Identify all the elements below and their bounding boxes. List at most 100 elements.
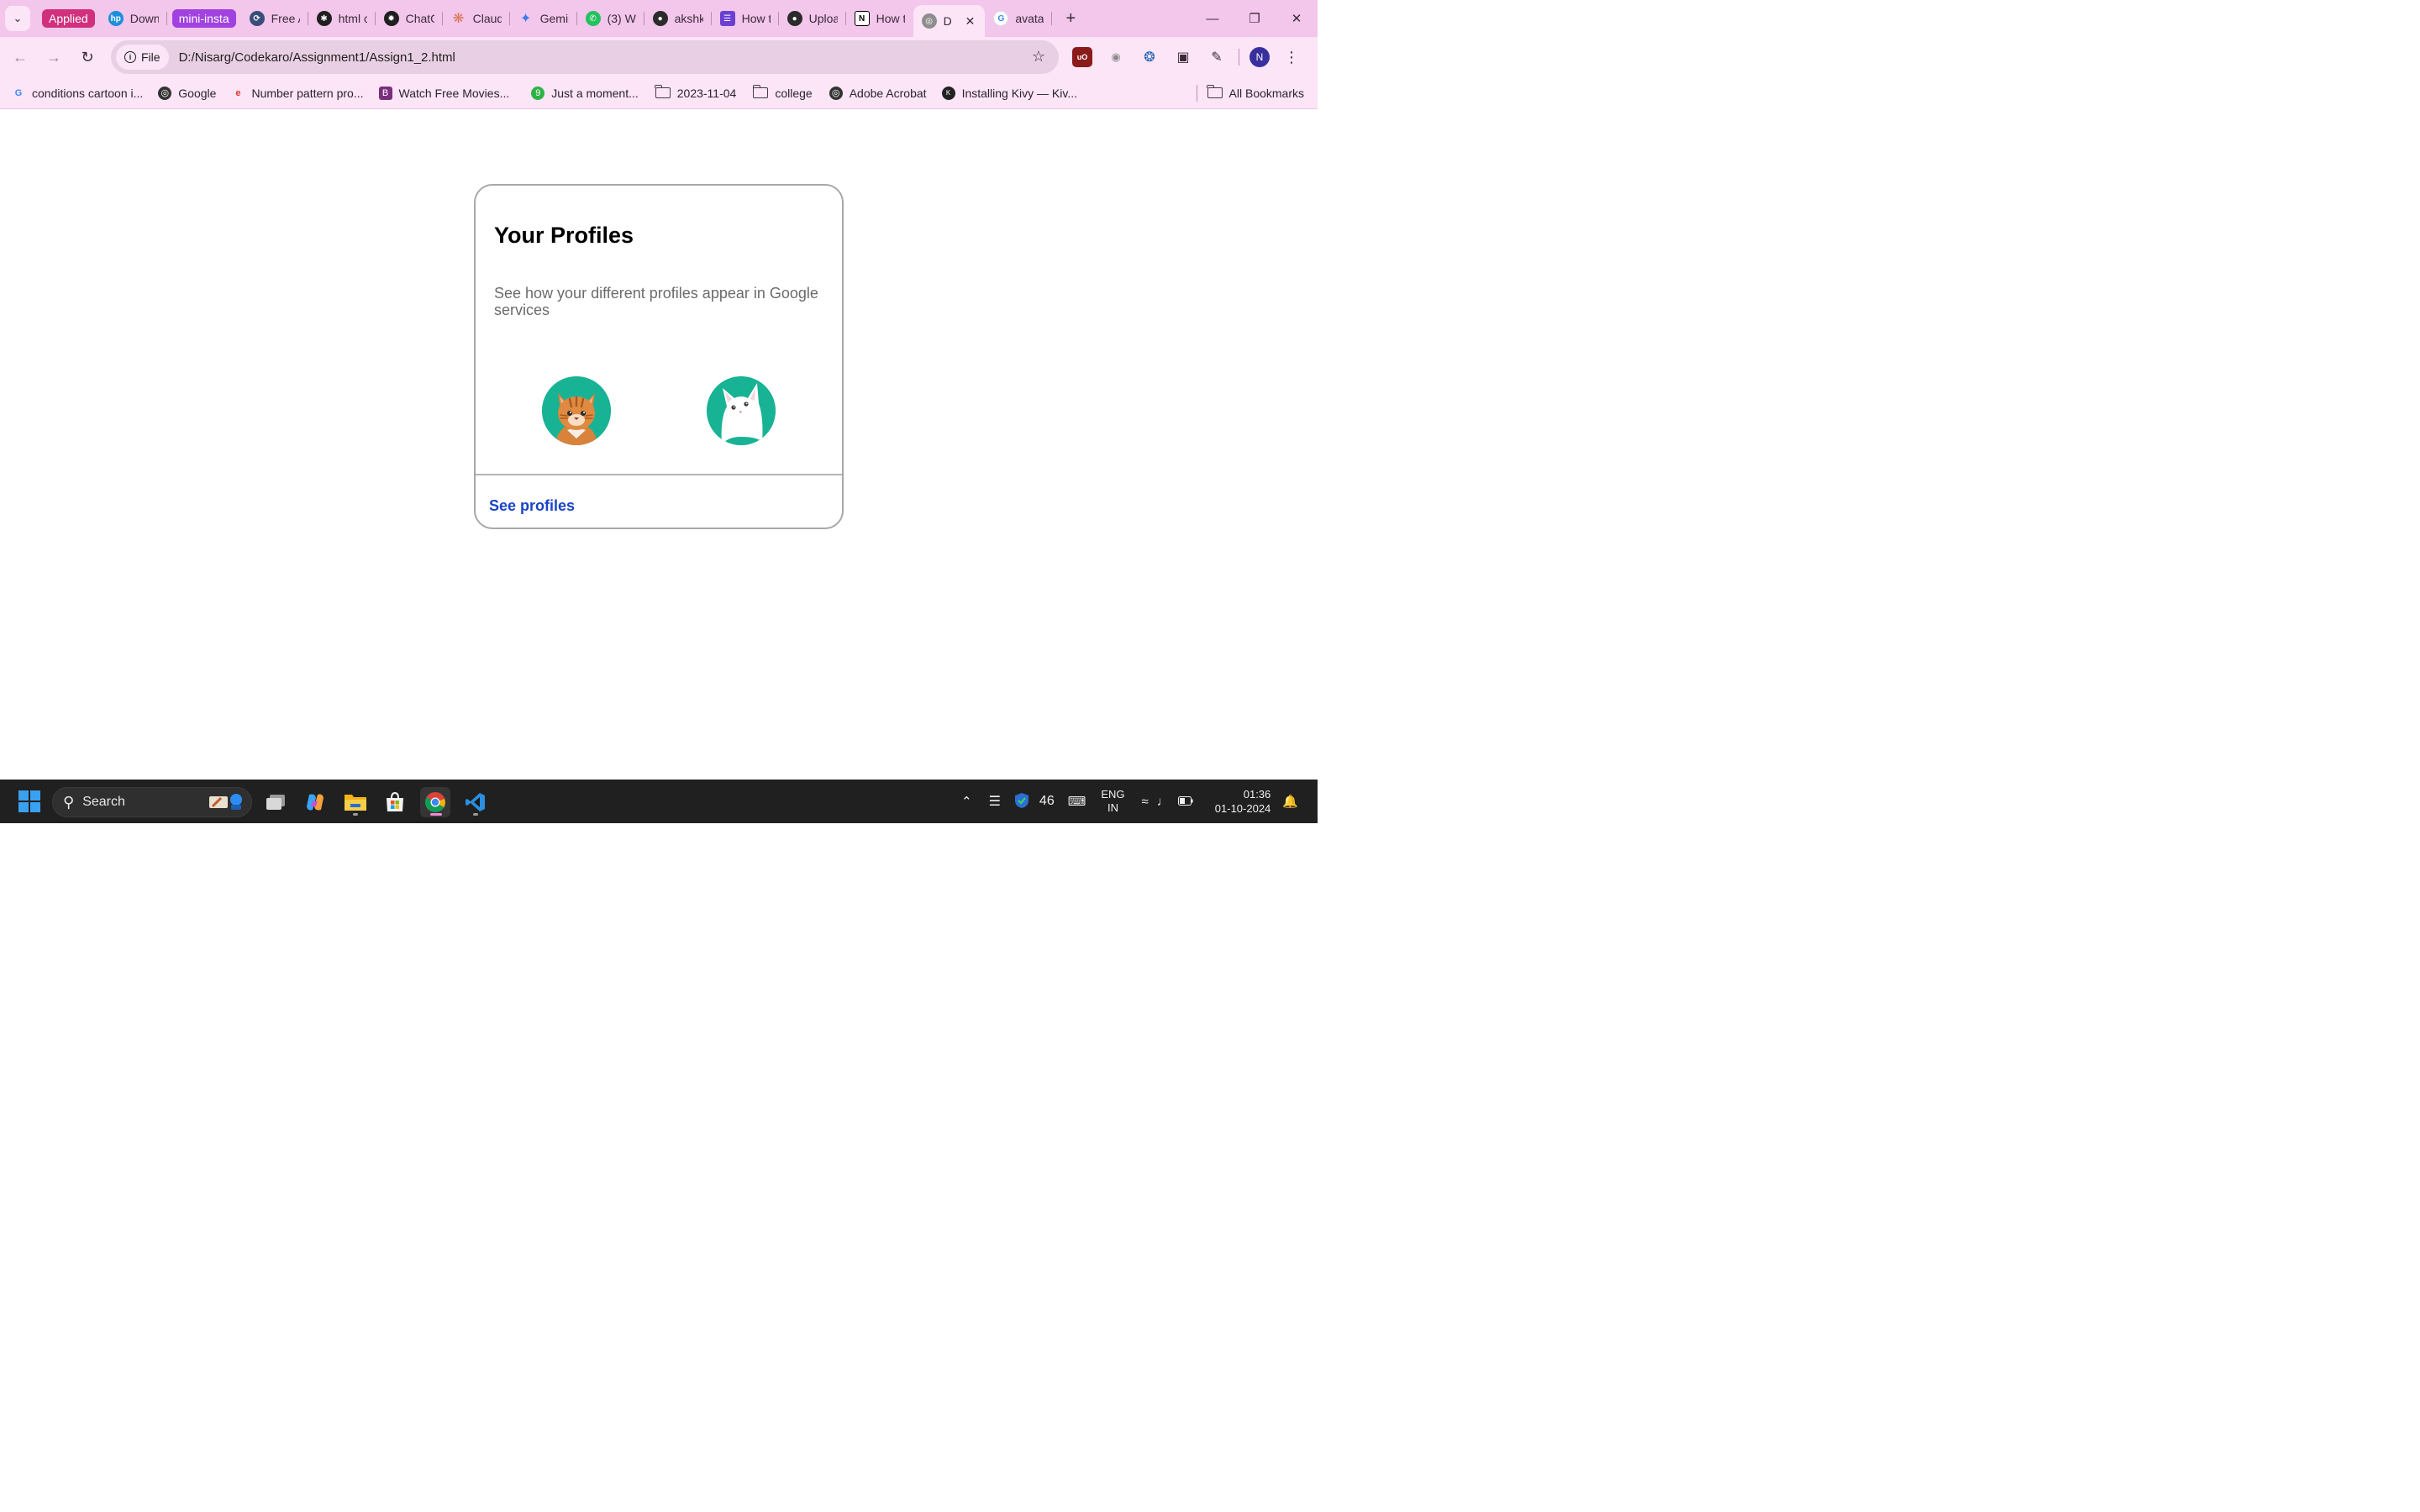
tab[interactable]: N How t xyxy=(846,0,913,37)
bookmark-folder[interactable]: 2023-11-04 xyxy=(655,85,736,100)
plus-icon: + xyxy=(1065,8,1076,28)
tab-separator xyxy=(1051,12,1053,25)
weather-temperature[interactable]: 46 xyxy=(1039,794,1055,809)
tab[interactable]: hp Downl xyxy=(100,0,167,37)
kivy-icon: K xyxy=(941,86,955,100)
menu-kebab-icon[interactable]: ⋮ xyxy=(1281,47,1302,67)
windows-taskbar: ⚲ Search ⌃ ☰ 46 ⌨ ENG IN ≈ ♩ 01:36 01-10… xyxy=(0,780,1318,823)
chrome-icon xyxy=(424,792,445,813)
chrome-button[interactable] xyxy=(420,787,450,817)
orange-cat-icon xyxy=(542,376,611,445)
tab[interactable]: ✹ ChatG xyxy=(376,0,443,37)
picture-in-picture-icon[interactable]: ▣ xyxy=(1173,47,1193,67)
tab-group-applied[interactable]: Applied xyxy=(42,9,95,28)
microsoft-store-button[interactable] xyxy=(380,787,410,817)
start-button[interactable] xyxy=(18,790,40,816)
tab-title: How t xyxy=(741,12,771,25)
folder-icon xyxy=(752,85,769,98)
new-tab-button[interactable]: + xyxy=(1059,9,1082,29)
tab-title: (3) Wh xyxy=(607,12,636,25)
notification-bell-icon[interactable]: 🔔 xyxy=(1282,794,1298,809)
language-indicator[interactable]: ENG IN xyxy=(1101,788,1124,815)
profiles-card: Your Profiles See how your different pro… xyxy=(474,184,844,529)
bookmark-item[interactable]: e Number pattern pro... xyxy=(231,87,363,100)
ublock-icon[interactable]: uO xyxy=(1072,47,1092,67)
extensions-icon[interactable]: ✎ xyxy=(1207,47,1227,67)
copilot-button[interactable] xyxy=(300,787,330,817)
minimize-button[interactable]: — xyxy=(1192,0,1234,37)
folder-icon xyxy=(655,85,671,98)
tab-list: Applied hp Downl mini-insta ⟳ Free A ✱ h… xyxy=(37,0,1082,37)
tab[interactable]: ❋ Claude xyxy=(443,0,510,37)
minimize-icon: — xyxy=(1206,11,1219,26)
movie-icon: B xyxy=(378,86,392,100)
battery-icon[interactable] xyxy=(1177,795,1193,808)
tab-title: akshk xyxy=(674,12,703,25)
bookmark-item[interactable]: B Watch Free Movies... xyxy=(378,86,509,100)
keyboard-icon[interactable]: ⌨ xyxy=(1068,794,1086,809)
clock[interactable]: 01:36 01-10-2024 xyxy=(1215,787,1271,816)
gemini-icon: ✦ xyxy=(519,12,532,26)
globe-icon: ◎ xyxy=(158,86,172,100)
restore-button[interactable]: ❐ xyxy=(1234,0,1276,37)
chevron-up-icon[interactable]: ⌃ xyxy=(961,794,972,809)
bookmark-item[interactable]: G conditions cartoon i... xyxy=(12,87,144,100)
bookmark-item[interactable]: ◎ Google xyxy=(158,86,216,100)
card-title: Your Profiles xyxy=(494,223,634,248)
tab-title: Gemin xyxy=(539,12,569,25)
profile-avatar[interactable]: N xyxy=(1249,47,1270,67)
all-bookmarks-button[interactable]: All Bookmarks xyxy=(1206,85,1304,100)
extensions-area: uO ◉ ❂ ▣ ✎ N ⋮ xyxy=(1072,37,1302,77)
cloudflare-icon: 9 xyxy=(531,86,545,100)
extension-puzzle-blue-icon[interactable]: ❂ xyxy=(1139,47,1160,67)
windows-logo-icon xyxy=(18,790,40,812)
site-info-chip[interactable]: i File xyxy=(116,45,169,70)
notification-center-icon[interactable]: ☰ xyxy=(989,793,1001,810)
tab[interactable]: ● akshk xyxy=(644,0,712,37)
taskbar-search[interactable]: ⚲ Search xyxy=(52,787,252,817)
vscode-button[interactable] xyxy=(460,787,491,817)
bookmark-star-icon[interactable]: ☆ xyxy=(1032,48,1045,66)
see-profiles-link[interactable]: See profiles xyxy=(489,497,575,515)
whatsapp-icon: ✆ xyxy=(585,11,601,26)
tab-title: Downl xyxy=(129,12,159,25)
url-text[interactable]: D:/Nisarg/Codekaro/Assignment1/Assign1_2… xyxy=(179,50,455,65)
bookmark-item[interactable]: 9 Just a moment... xyxy=(531,86,639,100)
file-explorer-button[interactable] xyxy=(340,787,371,817)
bookmark-folder[interactable]: college xyxy=(752,85,813,100)
close-tab-icon[interactable]: ✕ xyxy=(965,14,976,29)
google-icon: G xyxy=(993,11,1009,26)
camera-icon[interactable]: ◉ xyxy=(1106,47,1126,67)
close-icon: ✕ xyxy=(1291,12,1302,26)
forward-button[interactable]: → xyxy=(39,42,69,72)
tab-active[interactable]: ◎ D ✕ xyxy=(913,5,986,37)
tab-title: avatar xyxy=(1015,12,1044,25)
tab-group-mini-insta[interactable]: mini-insta xyxy=(171,9,236,28)
tab[interactable]: ✆ (3) Wh xyxy=(577,0,644,37)
notion-icon: N xyxy=(854,11,870,26)
reload-icon: ↻ xyxy=(81,48,94,66)
folder-icon xyxy=(1206,85,1223,98)
tab-title: How t xyxy=(876,12,905,25)
tab[interactable]: ⟳ Free A xyxy=(241,0,308,37)
address-bar[interactable]: i File D:/Nisarg/Codekaro/Assignment1/As… xyxy=(111,40,1059,74)
task-view-button[interactable] xyxy=(260,787,291,817)
bookmark-item[interactable]: K Installing Kivy — Kiv... xyxy=(941,86,1077,100)
google-icon: G xyxy=(14,87,23,98)
bookmark-item[interactable]: ◎ Adobe Acrobat xyxy=(829,86,927,100)
scheme-label: File xyxy=(141,50,160,64)
tab[interactable]: ✱ html c xyxy=(308,0,376,37)
tab[interactable]: ✦ Gemin xyxy=(510,0,577,37)
tab-separator xyxy=(166,12,167,25)
tab[interactable]: ☰ How t xyxy=(712,0,779,37)
tab[interactable]: ● Uploa xyxy=(779,0,846,37)
security-shield-icon[interactable] xyxy=(1014,792,1029,811)
volume-icon[interactable]: ♩ xyxy=(1157,795,1170,809)
tab[interactable]: G avatar xyxy=(985,0,1053,37)
arrow-left-icon: ← xyxy=(13,48,28,66)
wifi-icon[interactable]: ≈ xyxy=(1142,795,1149,809)
reload-button[interactable]: ↻ xyxy=(72,42,103,72)
back-button[interactable]: ← xyxy=(5,42,35,72)
tab-search-button[interactable]: ⌄ xyxy=(5,6,30,31)
close-window-button[interactable]: ✕ xyxy=(1276,0,1318,37)
